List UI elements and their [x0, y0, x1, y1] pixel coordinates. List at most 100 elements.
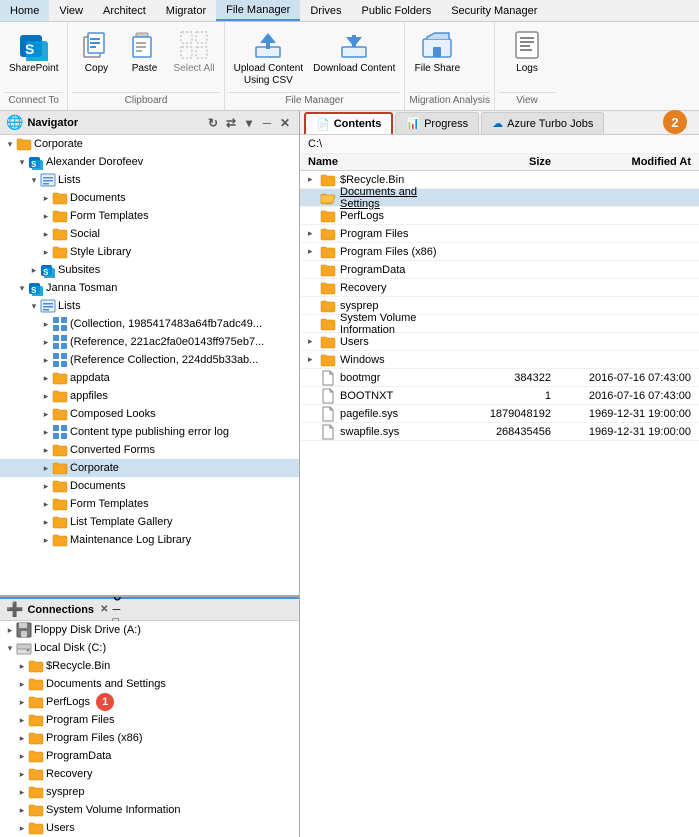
menu-view[interactable]: View — [49, 0, 93, 21]
table-row[interactable]: PerfLogs — [300, 207, 699, 225]
expand-icon[interactable]: ▾ — [28, 175, 40, 186]
ribbon-btn-download[interactable]: Download Content — [308, 24, 400, 78]
table-row[interactable]: ▸Program Files (x86) — [300, 243, 699, 261]
menu-public-folders[interactable]: Public Folders — [352, 0, 442, 21]
expand-icon[interactable]: ▸ — [16, 733, 28, 744]
nav-minimize-icon[interactable]: ─ — [259, 115, 275, 131]
table-row[interactable]: ▸Users — [300, 333, 699, 351]
nav-tree-item-janna-converted[interactable]: ▸Converted Forms — [0, 441, 299, 459]
nav-tree-item-janna-form-templates[interactable]: ▸Form Templates — [0, 495, 299, 513]
table-row[interactable]: ▸Windows — [300, 351, 699, 369]
nav-tree-item-janna-composed[interactable]: ▸Composed Looks — [0, 405, 299, 423]
expand-icon[interactable]: ▸ — [40, 193, 52, 204]
ribbon-btn-paste[interactable]: Paste — [120, 24, 168, 78]
expand-icon[interactable]: ▸ — [16, 715, 28, 726]
menu-security-manager[interactable]: Security Manager — [441, 0, 547, 21]
nav-tree-item-janna-lists[interactable]: ▾Lists — [0, 297, 299, 315]
expand-icon[interactable]: ▸ — [28, 265, 40, 276]
nav-tree-item-alex-style-library[interactable]: ▸Style Library — [0, 243, 299, 261]
expand-icon[interactable]: ▸ — [16, 823, 28, 834]
connections-close-x[interactable]: ✕ — [100, 604, 108, 615]
conn-minimize-icon[interactable]: ─ — [112, 604, 121, 616]
menu-home[interactable]: Home — [0, 0, 49, 21]
conn-tree-item-programdata[interactable]: ▸ProgramData — [0, 747, 299, 765]
expand-icon[interactable]: ▸ — [16, 769, 28, 780]
conn-tree-item-floppy[interactable]: ▸Floppy Disk Drive (A:) — [0, 621, 299, 639]
expand-icon[interactable]: ▸ — [16, 751, 28, 762]
ribbon-btn-copy[interactable]: Copy — [72, 24, 120, 78]
expand-icon[interactable]: ▸ — [40, 409, 52, 420]
conn-tree-item-local-c[interactable]: ▾Local Disk (C:) — [0, 639, 299, 657]
nav-tree-item-alex-form-templates[interactable]: ▸Form Templates — [0, 207, 299, 225]
nav-tree-item-alex-social[interactable]: ▸Social — [0, 225, 299, 243]
expand-icon[interactable]: ▸ — [40, 355, 52, 366]
ribbon-btn-select-all[interactable]: Select All — [168, 24, 219, 78]
expand-icon[interactable]: ▸ — [4, 625, 16, 636]
table-row[interactable]: BOOTNXT12016-07-16 07:43:00 — [300, 387, 699, 405]
nav-tree-item-janna-collection1[interactable]: ▸(Collection, 1985417483a64fb7adc49... — [0, 315, 299, 333]
expand-icon[interactable]: ▸ — [16, 805, 28, 816]
nav-tree-item-janna-appdata[interactable]: ▸appdata — [0, 369, 299, 387]
nav-tree-item-janna-maintenance[interactable]: ▸Maintenance Log Library — [0, 531, 299, 549]
nav-dropdown-icon[interactable]: ▾ — [241, 115, 257, 131]
table-row[interactable]: Documents and Settings — [300, 189, 699, 207]
expand-icon[interactable]: ▸ — [40, 391, 52, 402]
menu-migrator[interactable]: Migrator — [156, 0, 216, 21]
table-row[interactable]: ▸Program Files — [300, 225, 699, 243]
expand-icon[interactable]: ▸ — [16, 679, 28, 690]
tab-progress[interactable]: 📊 Progress — [395, 112, 479, 134]
expand-icon[interactable]: ▸ — [40, 229, 52, 240]
nav-tree-item-alex-subsites[interactable]: ▸SSubsites — [0, 261, 299, 279]
expand-icon[interactable]: ▸ — [40, 337, 52, 348]
nav-tree-item-janna-list-template[interactable]: ▸List Template Gallery — [0, 513, 299, 531]
nav-tree-item-janna-documents[interactable]: ▸Documents — [0, 477, 299, 495]
nav-tree-item-alex-documents[interactable]: ▸Documents — [0, 189, 299, 207]
nav-tree-item-janna-reference1[interactable]: ▸(Reference, 221ac2fa0e0143ff975eb7... — [0, 333, 299, 351]
expand-icon[interactable]: ▸ — [16, 787, 28, 798]
row-expand-icon[interactable]: ▸ — [308, 354, 320, 365]
ribbon-btn-logs[interactable]: Logs — [499, 24, 555, 78]
expand-icon[interactable]: ▸ — [40, 535, 52, 546]
ribbon-btn-sharepoint[interactable]: S SharePoint — [4, 24, 63, 78]
expand-icon[interactable]: ▾ — [16, 157, 28, 168]
ribbon-btn-fileshare[interactable]: File Share — [409, 24, 465, 78]
nav-tree-item-janna-refcollection[interactable]: ▸(Reference Collection, 224dd5b33ab... — [0, 351, 299, 369]
expand-icon[interactable]: ▸ — [40, 463, 52, 474]
expand-icon[interactable]: ▸ — [40, 247, 52, 258]
ribbon-btn-upload[interactable]: Upload Content Using CSV — [229, 24, 309, 90]
table-row[interactable]: Recovery — [300, 279, 699, 297]
nav-tree-item-alex-lists[interactable]: ▾Lists — [0, 171, 299, 189]
expand-icon[interactable]: ▸ — [40, 427, 52, 438]
conn-tree-item-program-files[interactable]: ▸Program Files — [0, 711, 299, 729]
menu-drives[interactable]: Drives — [300, 0, 351, 21]
conn-refresh-icon[interactable]: ↻ — [112, 597, 121, 604]
menu-architect[interactable]: Architect — [93, 0, 156, 21]
conn-tree-item-perflogs[interactable]: ▸PerfLogs 1 — [0, 693, 299, 711]
table-row[interactable]: System Volume Information — [300, 315, 699, 333]
table-row[interactable]: pagefile.sys18790481921969-12-31 19:00:0… — [300, 405, 699, 423]
nav-refresh-icon[interactable]: ↻ — [205, 115, 221, 131]
expand-icon[interactable]: ▸ — [40, 445, 52, 456]
expand-icon[interactable]: ▸ — [40, 373, 52, 384]
conn-tree-item-users[interactable]: ▸Users — [0, 819, 299, 837]
expand-icon[interactable]: ▸ — [16, 661, 28, 672]
table-row[interactable]: swapfile.sys2684354561969-12-31 19:00:00 — [300, 423, 699, 441]
nav-tree-item-alexander[interactable]: ▾SAlexander Dorofeev — [0, 153, 299, 171]
nav-close-icon[interactable]: ✕ — [277, 115, 293, 131]
expand-icon[interactable]: ▸ — [16, 697, 28, 708]
menu-file-manager[interactable]: File Manager — [216, 0, 300, 21]
row-expand-icon[interactable]: ▸ — [308, 174, 320, 185]
nav-tree-item-janna-appfiles[interactable]: ▸appfiles — [0, 387, 299, 405]
row-expand-icon[interactable]: ▸ — [308, 336, 320, 347]
row-expand-icon[interactable]: ▸ — [308, 228, 320, 239]
tab-contents[interactable]: 📄 Contents — [304, 112, 393, 134]
expand-icon[interactable]: ▾ — [4, 139, 16, 150]
conn-tree-item-program-files-x86[interactable]: ▸Program Files (x86) — [0, 729, 299, 747]
conn-tree-item-srecycle[interactable]: ▸$Recycle.Bin — [0, 657, 299, 675]
expand-icon[interactable]: ▾ — [4, 643, 16, 654]
expand-icon[interactable]: ▾ — [28, 301, 40, 312]
expand-icon[interactable]: ▸ — [40, 499, 52, 510]
conn-tree-item-system-volume[interactable]: ▸System Volume Information — [0, 801, 299, 819]
expand-icon[interactable]: ▸ — [40, 517, 52, 528]
nav-tree-item-janna[interactable]: ▾SJanna Tosman — [0, 279, 299, 297]
